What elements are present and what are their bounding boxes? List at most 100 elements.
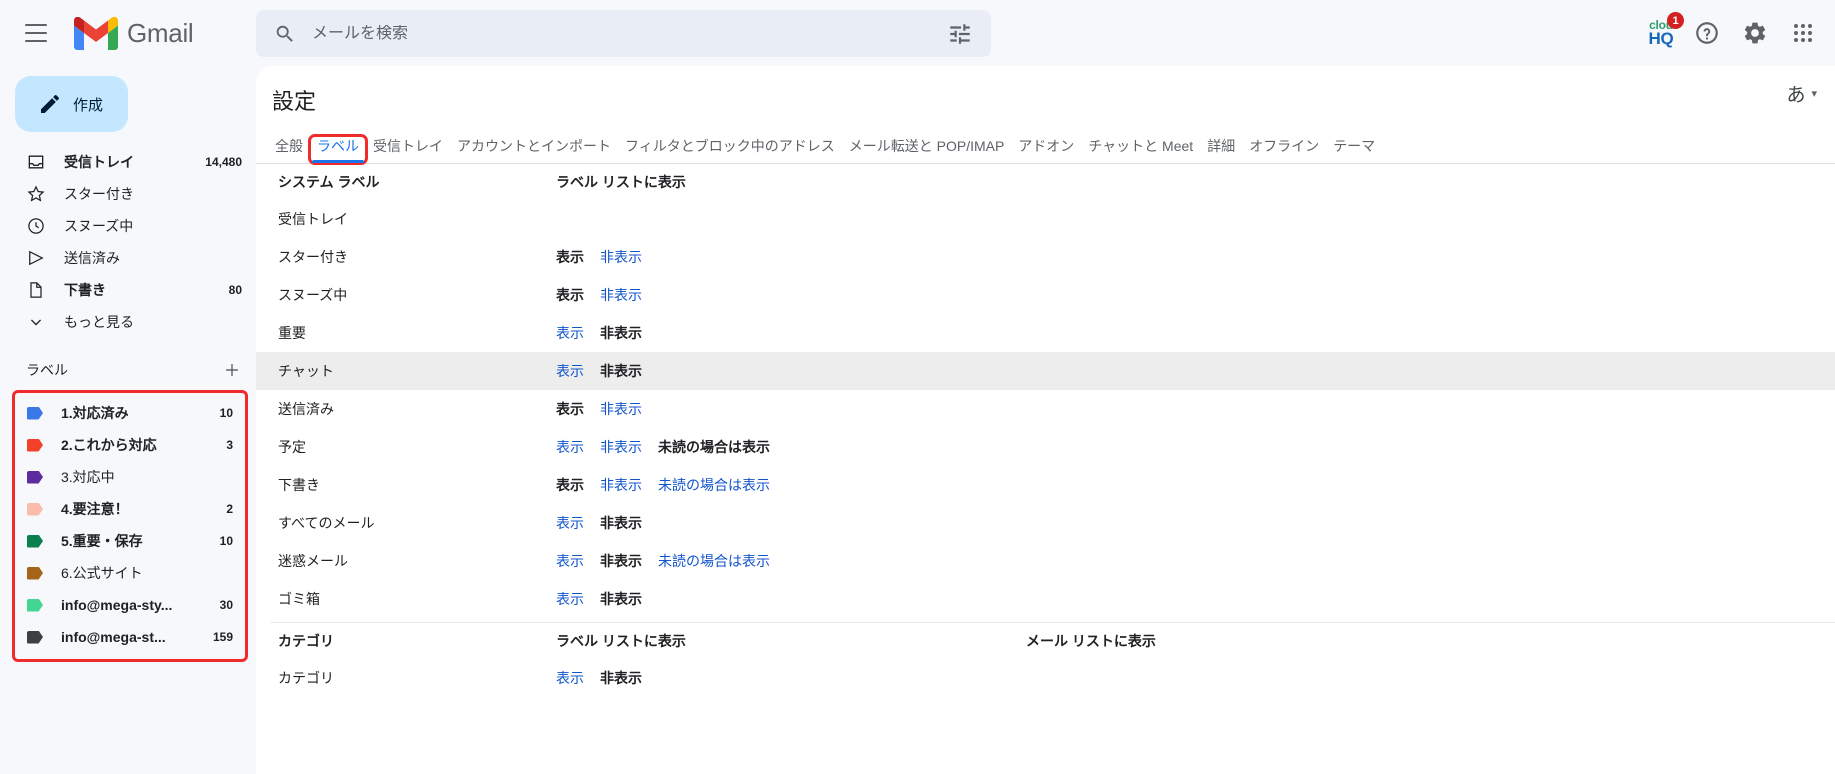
tab-chat-meet[interactable]: チャットと Meet	[1081, 136, 1200, 163]
tab-accounts-import[interactable]: アカウントとインポート	[450, 136, 618, 163]
label-count: 159	[212, 630, 233, 644]
action-show[interactable]: 表示	[556, 247, 584, 267]
action-show[interactable]: 表示	[556, 475, 584, 495]
action-hide[interactable]: 非表示	[600, 361, 642, 381]
column-header-system-label: システム ラベル	[278, 174, 380, 190]
list-item[interactable]: 5.重要・保存 10	[15, 525, 245, 557]
tab-themes[interactable]: テーマ	[1326, 136, 1382, 163]
table-row[interactable]: 予定 表示 非表示 未読の場合は表示	[256, 428, 1835, 466]
action-hide[interactable]: 非表示	[600, 668, 642, 688]
action-hide[interactable]: 非表示	[600, 513, 642, 533]
tab-advanced[interactable]: 詳細	[1200, 136, 1242, 163]
search-input[interactable]	[312, 24, 947, 43]
pencil-icon	[41, 94, 60, 113]
row-actions: 表示 非表示	[556, 323, 1026, 343]
action-hide[interactable]: 非表示	[600, 437, 642, 457]
sidebar-count-inbox: 14,480	[205, 155, 242, 169]
table-row[interactable]: スター付き 表示 非表示	[256, 238, 1835, 276]
hamburger-icon[interactable]	[12, 9, 60, 57]
action-show[interactable]: 表示	[556, 285, 584, 305]
action-show[interactable]: 表示	[556, 589, 584, 609]
list-item[interactable]: info@mega-sty... 30	[15, 589, 245, 621]
help-button[interactable]	[1683, 9, 1731, 57]
settings-button[interactable]	[1731, 9, 1779, 57]
search-bar[interactable]	[256, 10, 991, 57]
action-show[interactable]: 表示	[556, 668, 584, 688]
tab-offline[interactable]: オフライン	[1242, 136, 1326, 163]
label-name: 5.重要・保存	[61, 533, 143, 549]
sidebar-item-snoozed[interactable]: スヌーズ中	[0, 210, 256, 242]
action-show-if-unread[interactable]: 未読の場合は表示	[658, 551, 770, 571]
action-hide[interactable]: 非表示	[600, 551, 642, 571]
column-header-show-in-label-list: ラベル リストに表示	[556, 174, 686, 190]
row-label-name: すべてのメール	[278, 515, 375, 531]
column-header-cat-show-in-mail-list: メール リストに表示	[1026, 633, 1156, 649]
list-item[interactable]: 3.対応中	[15, 461, 245, 493]
label-color-chip	[27, 566, 43, 580]
action-show[interactable]: 表示	[556, 551, 584, 571]
list-item[interactable]: 4.要注意！ 2	[15, 493, 245, 525]
action-show[interactable]: 表示	[556, 361, 584, 381]
table-row[interactable]: ゴミ箱 表示 非表示	[256, 580, 1835, 618]
table-row[interactable]: スヌーズ中 表示 非表示	[256, 276, 1835, 314]
row-label-name: 予定	[278, 439, 306, 455]
sidebar-item-inbox[interactable]: 受信トレイ 14,480	[0, 146, 256, 178]
row-label-name: カテゴリ	[278, 670, 334, 686]
row-label-name: 受信トレイ	[278, 211, 348, 227]
action-hide[interactable]: 非表示	[600, 399, 642, 419]
cloudhq-icon[interactable]: clou HQ 1	[1639, 12, 1684, 53]
table-row[interactable]: カテゴリ 表示 非表示	[256, 659, 1835, 697]
row-actions: 表示 非表示 未読の場合は表示	[556, 437, 1026, 457]
inbox-icon	[28, 155, 44, 169]
sidebar-item-more[interactable]: もっと見る	[0, 306, 256, 338]
list-item[interactable]: info@mega-st... 159	[15, 621, 245, 653]
action-show[interactable]: 表示	[556, 437, 584, 457]
list-item[interactable]: 2.これから対応 3	[15, 429, 245, 461]
tab-inbox[interactable]: 受信トレイ	[366, 136, 450, 163]
label-color-chip	[27, 438, 43, 452]
row-label-name: 迷惑メール	[278, 553, 348, 569]
list-item[interactable]: 6.公式サイト	[15, 557, 245, 589]
tab-general[interactable]: 全般	[268, 136, 310, 163]
clock-icon	[28, 218, 44, 234]
action-show[interactable]: 表示	[556, 399, 584, 419]
label-count: 10	[219, 534, 233, 548]
draft-icon	[30, 282, 42, 298]
table-row[interactable]: チャット 表示 非表示	[256, 352, 1835, 390]
tab-addons[interactable]: アドオン	[1011, 136, 1081, 163]
action-show-if-unread[interactable]: 未読の場合は表示	[658, 475, 770, 495]
gmail-wordmark: Gmail	[127, 17, 194, 48]
plus-icon[interactable]	[222, 360, 242, 380]
action-hide[interactable]: 非表示	[600, 475, 642, 495]
language-indicator[interactable]: あ ▾	[1786, 80, 1817, 107]
label-color-chip	[27, 534, 43, 548]
sidebar-item-drafts[interactable]: 下書き 80	[0, 274, 256, 306]
action-hide[interactable]: 非表示	[600, 323, 642, 343]
table-row[interactable]: すべてのメール 表示 非表示	[256, 504, 1835, 542]
tab-forwarding-pop-imap[interactable]: メール転送と POP/IMAP	[842, 136, 1012, 163]
table-row[interactable]: 送信済み 表示 非表示	[256, 390, 1835, 428]
action-show[interactable]: 表示	[556, 323, 584, 343]
action-hide[interactable]: 非表示	[600, 589, 642, 609]
action-hide[interactable]: 非表示	[600, 285, 642, 305]
tune-icon[interactable]	[947, 21, 973, 47]
sidebar-item-sent[interactable]: 送信済み	[0, 242, 256, 274]
action-show-if-unread[interactable]: 未読の場合は表示	[658, 437, 770, 457]
sidebar-label-more: もっと見る	[64, 314, 134, 330]
table-row[interactable]: 重要 表示 非表示	[256, 314, 1835, 352]
row-actions: 表示 非表示	[556, 285, 1026, 305]
table-row[interactable]: 受信トレイ	[256, 200, 1835, 238]
sidebar-item-starred[interactable]: スター付き	[0, 178, 256, 210]
column-header-cat-show-in-label-list: ラベル リストに表示	[556, 633, 686, 649]
table-row[interactable]: 下書き 表示 非表示 未読の場合は表示	[256, 466, 1835, 504]
apps-button[interactable]	[1779, 9, 1827, 57]
labels-section-header: ラベル	[0, 350, 256, 390]
tab-labels[interactable]: ラベル	[308, 134, 368, 165]
list-item[interactable]: 1.対応済み 10	[15, 397, 245, 429]
gmail-logo[interactable]: Gmail	[74, 16, 194, 50]
tab-filters-blocked[interactable]: フィルタとブロック中のアドレス	[618, 136, 842, 163]
compose-button[interactable]: 作成	[15, 76, 128, 132]
action-show[interactable]: 表示	[556, 513, 584, 533]
action-hide[interactable]: 非表示	[600, 247, 642, 267]
table-row[interactable]: 迷惑メール 表示 非表示 未読の場合は表示	[256, 542, 1835, 580]
